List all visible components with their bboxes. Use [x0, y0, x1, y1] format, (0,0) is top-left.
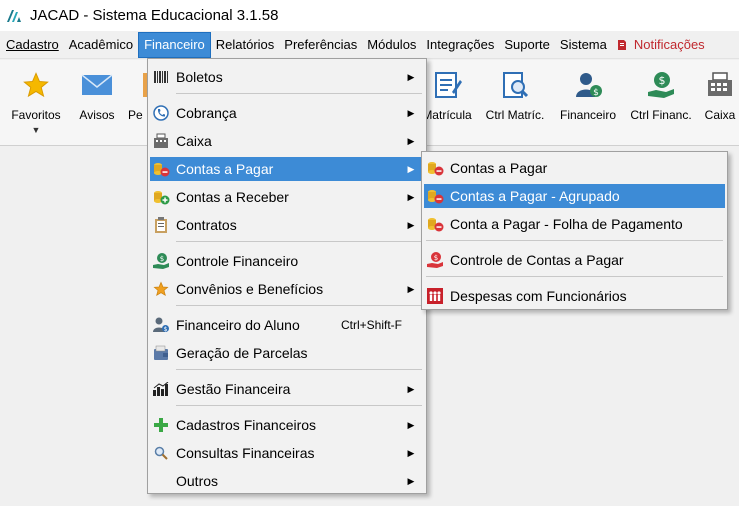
- menu-preferencias[interactable]: Preferências: [279, 32, 362, 58]
- notification-icon: [617, 39, 626, 50]
- window-title: JACAD - Sistema Educacional 3.1.58: [30, 7, 279, 24]
- phone-icon: [152, 104, 170, 122]
- person-money-icon: $: [571, 68, 605, 102]
- coins-minus-icon: [426, 215, 444, 233]
- star-icon: [19, 68, 53, 102]
- cash-register-icon: [152, 132, 170, 150]
- svg-text:$: $: [434, 254, 438, 262]
- hand-money-icon: $: [152, 252, 170, 270]
- chevron-right-icon: ▶: [407, 447, 415, 458]
- svg-text:$: $: [164, 326, 168, 333]
- menu-item-cobranca[interactable]: Cobrança ▶: [150, 101, 424, 125]
- menu-relatorios[interactable]: Relatórios: [211, 32, 280, 58]
- submenu-item-controle-de-contas-a-pagar[interactable]: $ Controle de Contas a Pagar: [424, 248, 725, 272]
- menu-separator: [426, 276, 723, 277]
- cash-register-icon: [703, 68, 737, 102]
- menu-separator: [426, 240, 723, 241]
- chevron-down-icon: ▼: [31, 125, 41, 135]
- menu-separator: [176, 93, 422, 94]
- title-bar: JACAD - Sistema Educacional 3.1.58: [0, 0, 739, 31]
- financeiro-dropdown-menu: Boletos ▶ Cobrança ▶ Caixa ▶ Contas a Pa…: [147, 58, 427, 494]
- menu-item-cadastros-financeiros[interactable]: Cadastros Financeiros ▶: [150, 413, 424, 437]
- chevron-right-icon: ▶: [407, 419, 415, 430]
- menu-suporte[interactable]: Suporte: [499, 32, 555, 58]
- menu-separator: [176, 241, 422, 242]
- menu-item-consultas-financeiras[interactable]: Consultas Financeiras ▶: [150, 441, 424, 465]
- menu-bar: Cadastro Acadêmico Financeiro Relatórios…: [0, 31, 739, 59]
- hand-money-icon: $: [644, 68, 678, 102]
- menu-item-controle-financeiro[interactable]: $ Controle Financeiro: [150, 249, 424, 273]
- matricula-button[interactable]: Matrícula: [420, 66, 474, 142]
- menu-item-caixa[interactable]: Caixa ▶: [150, 129, 424, 153]
- menu-item-contas-a-receber[interactable]: Contas a Receber ▶: [150, 185, 424, 209]
- chevron-right-icon: ▶: [407, 135, 415, 146]
- menu-academico[interactable]: Acadêmico: [64, 32, 138, 58]
- ctrl-matric-button[interactable]: Ctrl Matríc.: [482, 66, 548, 142]
- chevron-right-icon: ▶: [407, 219, 415, 230]
- chevron-right-icon: ▶: [407, 107, 415, 118]
- wallet-icon: [152, 344, 170, 362]
- chevron-right-icon: ▶: [407, 71, 415, 82]
- financeiro-button[interactable]: $ Financeiro: [558, 66, 618, 142]
- pe-button[interactable]: Pe: [128, 66, 148, 142]
- avisos-button[interactable]: Avisos: [74, 66, 120, 142]
- people-icon: [426, 287, 444, 305]
- magnifier-icon: [152, 444, 170, 462]
- app-window: JACAD - Sistema Educacional 3.1.58 Cadas…: [0, 0, 739, 506]
- envelope-icon: [80, 68, 114, 102]
- document-icon: [128, 68, 148, 102]
- coins-minus-icon: [152, 160, 170, 178]
- submenu-item-despesas-com-funcionarios[interactable]: Despesas com Funcionários: [424, 284, 725, 308]
- plus-icon: [152, 416, 170, 434]
- coins-plus-icon: [152, 188, 170, 206]
- barcode-icon: [152, 68, 170, 86]
- coins-minus-icon: [426, 159, 444, 177]
- chevron-right-icon: ▶: [407, 191, 415, 202]
- menu-item-gestao-financeira[interactable]: Gestão Financeira ▶: [150, 377, 424, 401]
- submenu-item-contas-a-pagar[interactable]: Contas a Pagar: [424, 156, 725, 180]
- jacad-logo-icon: [6, 8, 22, 24]
- document-search-icon: [498, 68, 532, 102]
- menu-cadastro[interactable]: Cadastro: [0, 32, 64, 58]
- caixa-button[interactable]: Caixa: [702, 66, 738, 142]
- menu-financeiro[interactable]: Financeiro: [138, 31, 211, 58]
- menu-separator: [176, 305, 422, 306]
- bar-chart-icon: [152, 380, 170, 398]
- menu-separator: [176, 405, 422, 406]
- enrollment-form-icon: [430, 68, 464, 102]
- menu-item-contas-a-pagar[interactable]: Contas a Pagar ▶: [150, 157, 424, 181]
- svg-text:$: $: [160, 255, 164, 263]
- submenu-item-folha-de-pagamento[interactable]: Conta a Pagar - Folha de Pagamento: [424, 212, 725, 236]
- svg-text:$: $: [659, 74, 666, 87]
- submenu-item-contas-a-pagar-agrupado[interactable]: Contas a Pagar - Agrupado: [424, 184, 725, 208]
- contas-a-pagar-submenu: Contas a Pagar Contas a Pagar - Agrupado…: [421, 151, 728, 310]
- clipboard-icon: [152, 216, 170, 234]
- star-icon: [152, 280, 170, 298]
- menu-sistema[interactable]: Sistema: [555, 32, 612, 58]
- chevron-right-icon: ▶: [407, 475, 415, 486]
- chevron-right-icon: ▶: [407, 283, 415, 294]
- hand-money-icon: $: [426, 251, 444, 269]
- menu-item-geracao-de-parcelas[interactable]: Geração de Parcelas: [150, 341, 424, 365]
- shortcut-label: Ctrl+Shift-F: [340, 318, 402, 332]
- svg-text:$: $: [593, 88, 599, 98]
- menu-modulos[interactable]: Módulos: [362, 32, 421, 58]
- menu-item-financeiro-do-aluno[interactable]: $ Financeiro do Aluno Ctrl+Shift-F: [150, 313, 424, 337]
- chevron-right-icon: ▶: [407, 383, 415, 394]
- ctrl-financ-button[interactable]: $ Ctrl Financ.: [628, 66, 694, 142]
- chevron-right-icon: ▶: [407, 163, 415, 174]
- favoritos-button[interactable]: Favoritos ▼: [8, 66, 64, 142]
- coins-minus-icon: [426, 187, 444, 205]
- menu-item-boletos[interactable]: Boletos ▶: [150, 65, 424, 89]
- person-money-icon: $: [152, 316, 170, 334]
- menu-item-outros[interactable]: Outros ▶: [150, 469, 424, 493]
- menu-separator: [176, 369, 422, 370]
- menu-item-contratos[interactable]: Contratos ▶: [150, 213, 424, 237]
- notifications-menu[interactable]: Notificações: [612, 37, 705, 52]
- menu-integracoes[interactable]: Integrações: [421, 32, 499, 58]
- notifications-label: Notificações: [633, 37, 705, 52]
- menu-item-convenios-beneficios[interactable]: Convênios e Benefícios ▶: [150, 277, 424, 301]
